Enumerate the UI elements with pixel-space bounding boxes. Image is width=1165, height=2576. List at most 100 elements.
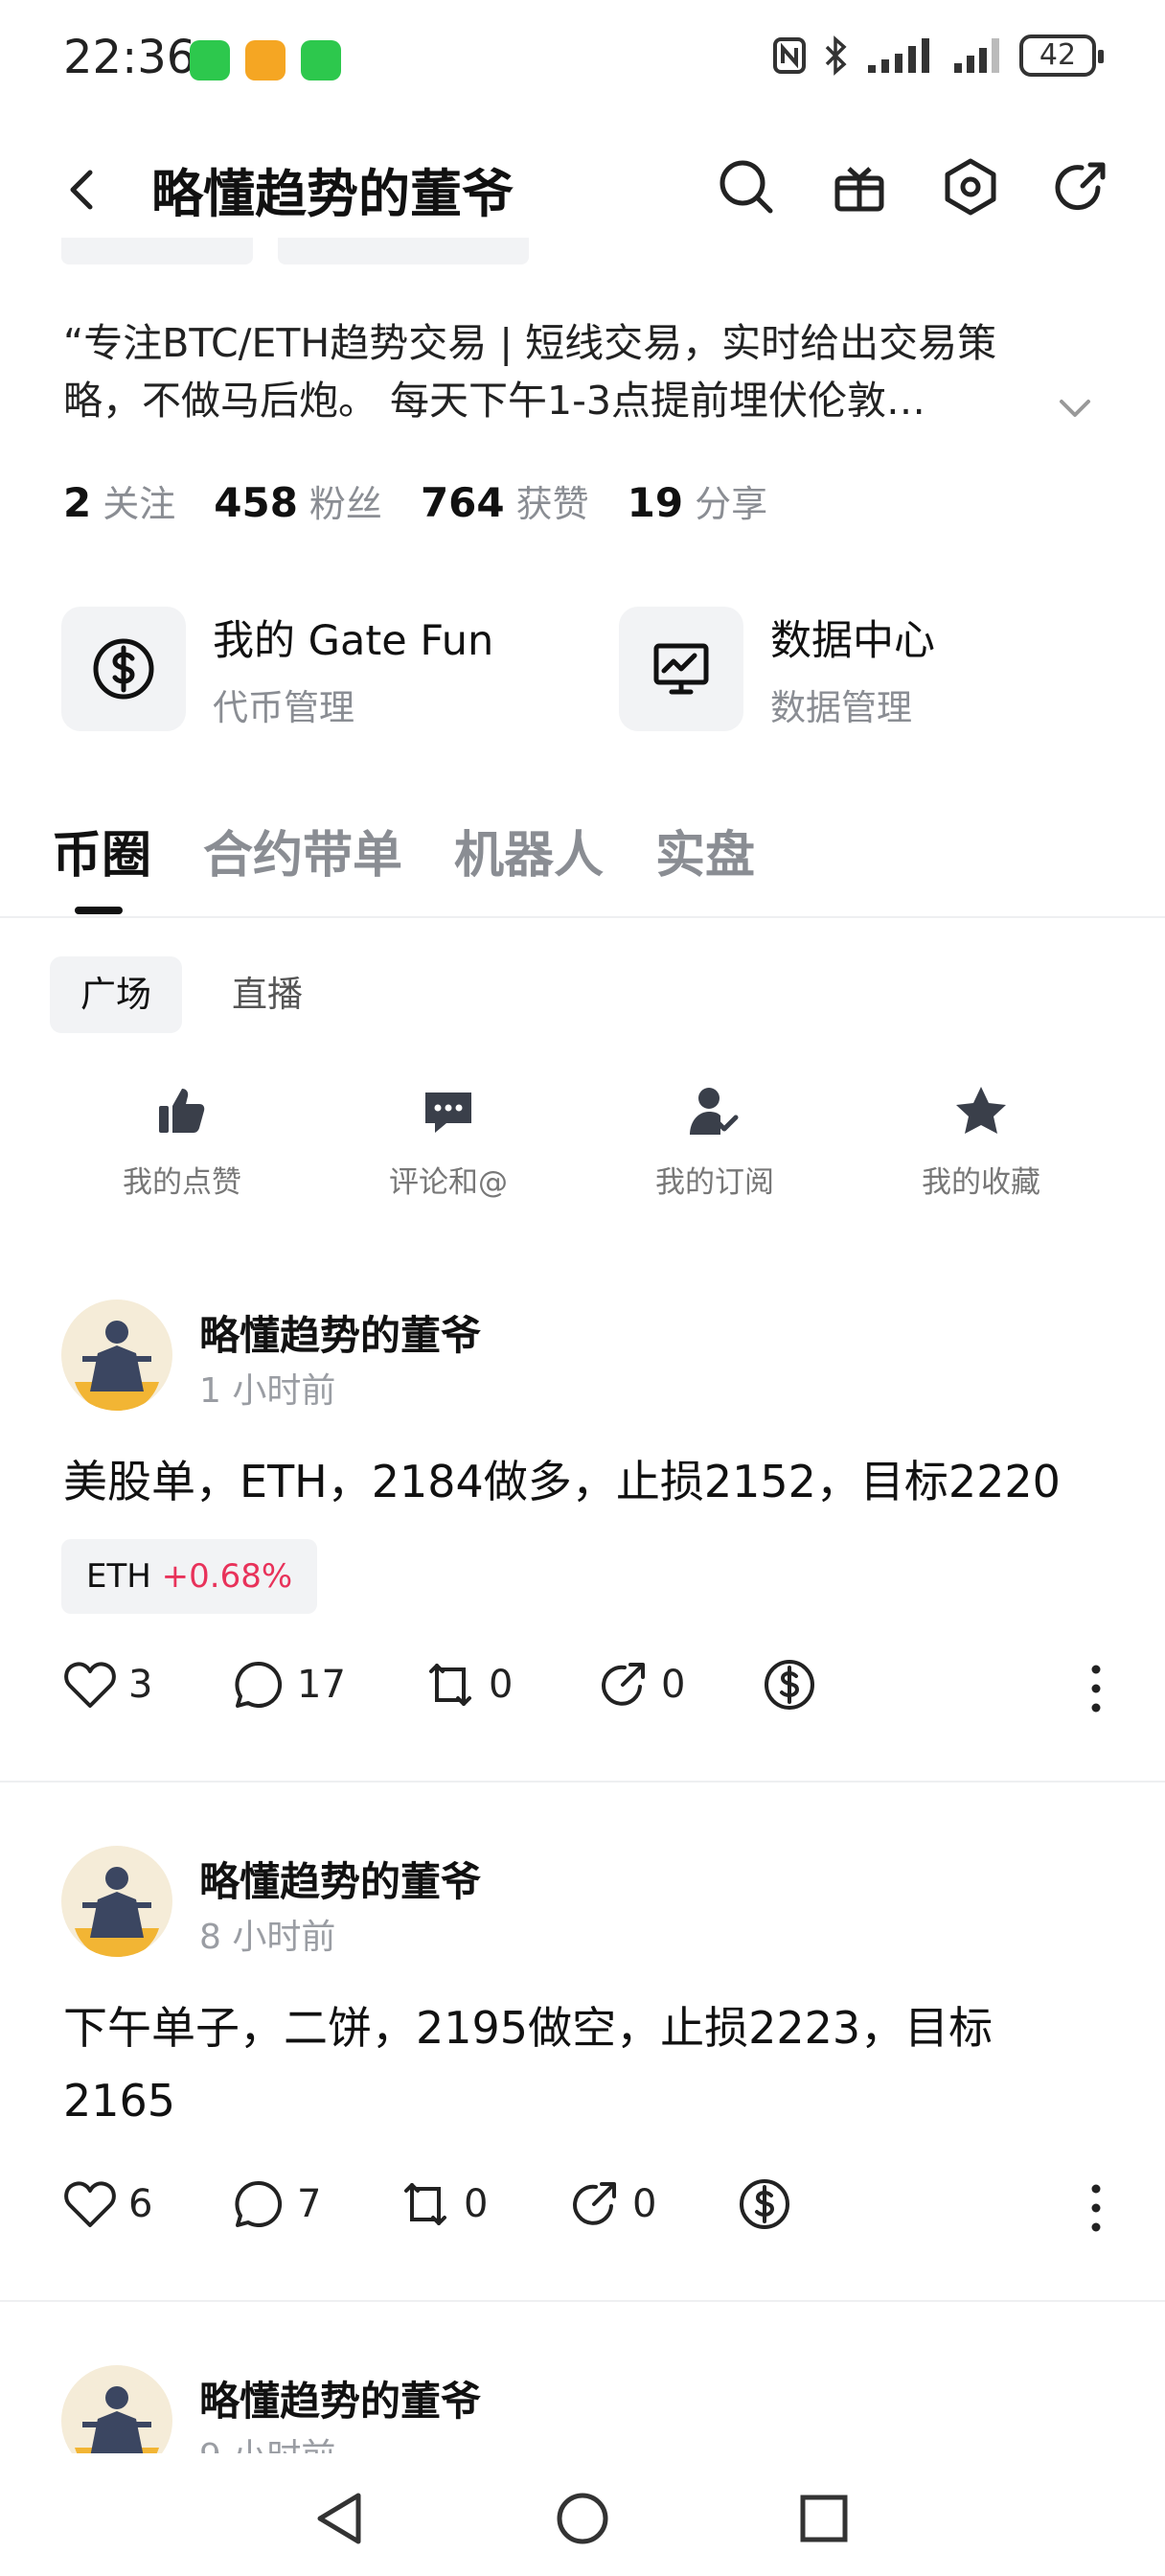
- feature-title: 数据中心: [770, 617, 935, 665]
- stat-number: 458: [214, 479, 298, 526]
- stat-followers[interactable]: 458 粉丝: [214, 474, 382, 527]
- system-nav-bar: [0, 2453, 1165, 2576]
- data-center-card[interactable]: 数据中心 数据管理: [619, 606, 935, 732]
- repost-icon: [404, 2183, 446, 2225]
- avatar[interactable]: [61, 2365, 172, 2453]
- status-indicators: 42: [772, 34, 1104, 77]
- like-button[interactable]: 3: [61, 1656, 152, 1714]
- post-author[interactable]: 略懂趋势的董爷: [199, 1850, 481, 1908]
- settings-hexagon-icon[interactable]: [939, 155, 1002, 218]
- recents-square-icon[interactable]: [793, 2488, 855, 2549]
- back-triangle-icon[interactable]: [310, 2488, 372, 2549]
- gift-icon[interactable]: [828, 155, 891, 218]
- bluetooth-icon: [825, 35, 847, 76]
- tab-bots[interactable]: 机器人: [454, 815, 604, 886]
- tip-button[interactable]: [736, 2175, 793, 2233]
- dollar-coin-icon: [740, 2179, 789, 2229]
- share-button[interactable]: 0: [565, 2175, 656, 2233]
- comment-icon: [425, 1092, 471, 1133]
- quick-action-label: 我的点赞: [123, 1165, 241, 1200]
- post-actions: 3 17 0 0: [61, 1656, 1115, 1723]
- quick-action-label: 评论和@: [389, 1165, 508, 1200]
- star-icon: [956, 1087, 1006, 1134]
- more-options-icon[interactable]: [1077, 1660, 1115, 1717]
- post-content: 美股单，ETH，2184做多，止损2152，目标2220: [63, 1456, 1061, 1507]
- tabs-divider: [0, 916, 1165, 918]
- my-favorites-action[interactable]: 我的收藏: [876, 1083, 1086, 1201]
- like-count: 6: [128, 2182, 153, 2226]
- tab-copy-trading[interactable]: 合约带单: [203, 815, 402, 886]
- post-time: 1 小时前: [199, 1371, 336, 1411]
- post-card[interactable]: 略懂趋势的董爷 9 小时前: [0, 2359, 1165, 2453]
- dollar-coin-icon: [765, 1660, 814, 1710]
- share-button[interactable]: 0: [594, 1656, 685, 1714]
- heart-icon: [64, 1662, 116, 1708]
- stat-label: 分享: [695, 483, 768, 525]
- signal-2-icon: [954, 38, 999, 73]
- tab-coin-circle[interactable]: 币圈: [52, 815, 151, 886]
- bio-line: “专注BTC/ETH趋势交易 | 短线交易，实时给出交易策: [63, 320, 997, 366]
- repost-count: 0: [489, 1663, 514, 1707]
- nfc-icon: [773, 37, 806, 74]
- stat-number: 764: [420, 479, 505, 526]
- post-author[interactable]: 略懂趋势的董爷: [199, 1303, 481, 1362]
- stat-following[interactable]: 2 关注: [63, 474, 175, 527]
- avatar[interactable]: [61, 1846, 172, 1957]
- subtab-live[interactable]: 直播: [201, 956, 333, 1033]
- stat-label: 粉丝: [308, 483, 382, 525]
- stat-number: 2: [63, 479, 92, 526]
- gate-fun-card[interactable]: 我的 Gate Fun 代币管理: [61, 606, 493, 732]
- quick-action-label: 我的订阅: [655, 1165, 774, 1200]
- repost-button[interactable]: 0: [422, 1656, 513, 1714]
- comments-mentions-action[interactable]: 评论和@: [343, 1083, 554, 1201]
- comment-button[interactable]: 7: [230, 2175, 321, 2233]
- page-title: 略懂趋势的董爷: [151, 164, 514, 224]
- stat-shares[interactable]: 19 分享: [628, 474, 767, 527]
- post-divider: [0, 2300, 1165, 2302]
- like-button[interactable]: 6: [61, 2175, 152, 2233]
- repost-icon: [429, 1664, 471, 1706]
- profile-tag: [278, 238, 529, 264]
- repost-button[interactable]: 0: [397, 2175, 488, 2233]
- my-subscriptions-action[interactable]: 我的订阅: [609, 1083, 820, 1201]
- comment-bubble-icon: [235, 1661, 283, 1708]
- heart-icon: [64, 2181, 116, 2227]
- wechat-pay-status-icon: [301, 40, 341, 80]
- active-tab-indicator: [75, 907, 123, 914]
- comment-button[interactable]: 17: [230, 1656, 346, 1714]
- post-content: 下午单子，二饼，2195做空，止损2223，目标 2165: [63, 1991, 1079, 2137]
- repost-count: 0: [464, 2182, 489, 2226]
- post-content-line: 下午单子，二饼，2195做空，止损2223，目标: [63, 2002, 994, 2054]
- profile-stats: 2 关注 458 粉丝 764 获赞 19 分享: [63, 474, 767, 527]
- monitor-chart-icon: [619, 607, 743, 731]
- back-arrow-icon[interactable]: [54, 161, 111, 218]
- bio-line: 略，不做马后炮。 每天下午1-3点提前埋伏伦敦…: [63, 378, 925, 424]
- subtab-square[interactable]: 广场: [50, 956, 182, 1033]
- stat-label: 获赞: [515, 483, 589, 525]
- more-options-icon[interactable]: [1077, 2179, 1115, 2237]
- battery-indicator: 42: [1019, 34, 1104, 77]
- chevron-down-icon[interactable]: [1054, 387, 1096, 429]
- thumbs-up-icon: [159, 1089, 205, 1133]
- stat-likes[interactable]: 764 获赞: [421, 474, 589, 527]
- post-content-line: 2165: [63, 2075, 176, 2127]
- comment-count: 7: [297, 2182, 322, 2226]
- home-circle-icon[interactable]: [552, 2488, 613, 2549]
- avatar[interactable]: [61, 1300, 172, 1411]
- share-icon[interactable]: [1050, 155, 1113, 218]
- tab-live-trading[interactable]: 实盘: [655, 815, 755, 886]
- tip-button[interactable]: [761, 1656, 818, 1714]
- coin-chip[interactable]: ETH +0.68%: [61, 1539, 318, 1614]
- status-time: 22:36: [63, 31, 196, 84]
- profile-tag: [61, 238, 253, 264]
- my-likes-action[interactable]: 我的点赞: [77, 1083, 287, 1201]
- post-author[interactable]: 略懂趋势的董爷: [199, 2369, 481, 2427]
- search-icon[interactable]: [715, 155, 778, 218]
- share-count: 0: [661, 1663, 686, 1707]
- comment-count: 17: [297, 1663, 346, 1707]
- post-time: 8 小时前: [199, 1918, 336, 1957]
- status-bar: 22:36 42: [0, 0, 1165, 115]
- coin-change: +0.68%: [161, 1557, 293, 1596]
- signal-1-icon: [868, 38, 929, 73]
- quick-action-label: 我的收藏: [922, 1165, 1040, 1200]
